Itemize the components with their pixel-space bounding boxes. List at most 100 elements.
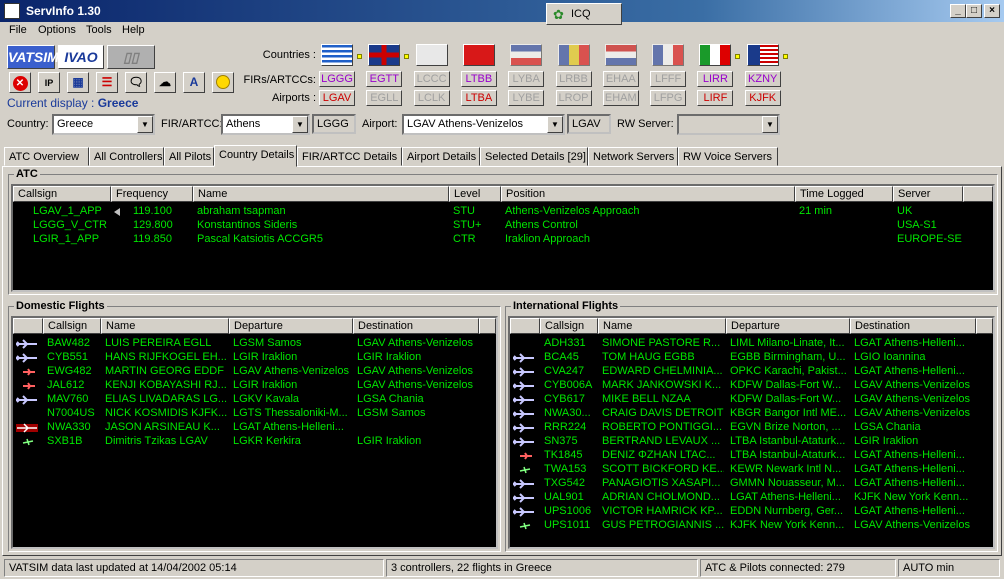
flight-row[interactable]: NWA330 JASON ARSINEAU K... LGAT Athens-Hel… (13, 421, 496, 435)
menu-file[interactable]: File (9, 24, 27, 36)
fir-button-turkey[interactable]: LTBB (460, 71, 497, 87)
minimize-button[interactable]: _ (950, 4, 966, 18)
fir-button-france[interactable]: LFFF (650, 71, 687, 87)
fir-button-yugoslavia[interactable]: LYBA (508, 71, 545, 87)
ip-button[interactable]: IP (38, 72, 60, 93)
tab-all-controllers[interactable]: All Controllers (89, 147, 164, 166)
flag-france[interactable] (652, 44, 685, 66)
domestic-col-departure[interactable]: Departure (229, 318, 353, 334)
chevron-down-icon[interactable]: ▼ (762, 116, 778, 133)
list-button[interactable]: ☰ (96, 72, 118, 93)
atc-col-time-logged[interactable]: Time Logged (795, 186, 893, 202)
international-col-destination[interactable]: Destination (850, 318, 976, 334)
tab-rw-voice-servers[interactable]: RW Voice Servers (678, 147, 778, 166)
menu-options[interactable]: Options (38, 24, 76, 36)
flag-uk[interactable] (368, 44, 401, 66)
ivao-logo-button[interactable]: IVAO (58, 45, 104, 69)
fir-button-uk[interactable]: EGTT (366, 71, 403, 87)
grid-button[interactable]: ▦ (67, 72, 89, 93)
flight-row[interactable]: CYB617 MIKE BELL NZAA KDFW Dallas-Fort W..… (510, 393, 993, 407)
flight-row[interactable]: CYB006A MARK JANKOWSKI K... KDFW Dallas-Fo… (510, 379, 993, 393)
atc-table-row[interactable]: LGAV_1_APP 119.100 abraham tsapman STU Athen… (13, 205, 993, 219)
tab-atc-overview[interactable]: ATC Overview (4, 147, 89, 166)
flight-row[interactable]: MAV760 ELIAS LIVADARAS LG... LGKV Kavala LG… (13, 393, 496, 407)
flight-row[interactable]: UPS1011 GUS PETROGIANNIS ... KJFK New York… (510, 519, 993, 533)
atc-table-row[interactable]: LGIR_1_APP 119.850 Pascal Katsiotis ACCGR5… (13, 233, 993, 247)
international-col-name[interactable]: Name (598, 318, 726, 334)
airport-button-cyprus[interactable]: LCLK (413, 90, 450, 106)
rw-server-select[interactable]: ▼ (677, 114, 780, 135)
flight-row[interactable]: ADH331 SIMONE PASTORE R... LIML Milano-Lin… (510, 337, 993, 351)
tab-selected-details-29[interactable]: Selected Details [29] (480, 147, 588, 166)
flight-row[interactable]: JAL612 KENJI KOBAYASHI RJ... LGIR Iraklion… (13, 379, 496, 393)
tab-airport-details[interactable]: Airport Details (402, 147, 480, 166)
airport-button-greece[interactable]: LGAV (319, 90, 355, 106)
airport-button-yugoslavia[interactable]: LYBE (508, 90, 545, 106)
flight-row[interactable]: BCA45 TOM HAUG EGBB EGBB Birmingham, U... L… (510, 351, 993, 365)
airport-button-france[interactable]: LFPG (650, 90, 687, 106)
domestic-col-callsign[interactable]: Callsign (43, 318, 101, 334)
maximize-button[interactable]: □ (966, 4, 982, 18)
tab-country-details[interactable]: Country Details (214, 145, 297, 167)
message-button[interactable]: 🗨 (125, 72, 147, 93)
atc-col-callsign[interactable]: Callsign (13, 186, 111, 202)
flight-row[interactable]: TWA153 SCOTT BICKFORD KE... KEWR Newark In… (510, 463, 993, 477)
atc-table-row[interactable]: LGGG_V_CTR 129.800 Konstantinos Sideris STU… (13, 219, 993, 233)
airport-button-usa[interactable]: KJFK (744, 90, 781, 106)
flag-netherlands[interactable] (604, 44, 637, 66)
chevron-down-icon[interactable]: ▼ (137, 116, 153, 133)
flight-row[interactable]: UAL901 ADRIAN CHOLMOND... LGAT Athens-Hell… (510, 491, 993, 505)
vatsim-logo-button[interactable]: VATSIM (7, 45, 59, 69)
fir-button-cyprus[interactable]: LCCC (413, 71, 450, 87)
airport-button-romania[interactable]: LROP (555, 90, 592, 106)
atc-col-name[interactable]: Name (193, 186, 449, 202)
flight-row[interactable]: SN375 BERTRAND LEVAUX ... LTBA Istanbul-At… (510, 435, 993, 449)
airport-select[interactable]: LGAV Athens-Venizelos ▼ (402, 114, 565, 135)
tab-network-servers[interactable]: Network Servers (588, 147, 678, 166)
airport-button-uk[interactable]: EGLL (366, 90, 403, 106)
fir-button-romania[interactable]: LRBB (555, 71, 592, 87)
airport-button-italy[interactable]: LIRF (697, 90, 734, 106)
flag-yugoslavia[interactable] (510, 44, 543, 66)
flag-cyprus[interactable] (415, 44, 448, 66)
flight-row[interactable]: TK1845 DENIZ ΦZHAN LTAC... LTBA Istanbul-A… (510, 449, 993, 463)
flight-row[interactable]: SXB1B Dimitris Tzikas LGAV LGKR Kerkira LGI… (13, 435, 496, 449)
flight-row[interactable]: EWG482 MARTIN GEORG EDDF LGAV Athens-Veniz… (13, 365, 496, 379)
international-col-callsign[interactable]: Callsign (540, 318, 598, 334)
flag-greece[interactable] (321, 44, 353, 66)
atc-col-level[interactable]: Level (449, 186, 501, 202)
tab-all-pilots[interactable]: All Pilots (164, 147, 214, 166)
atc-table[interactable]: Callsign Frequency Name Level Position Time L… (11, 184, 995, 292)
fir-button-greece[interactable]: LGGG (319, 71, 355, 87)
flag-usa[interactable] (746, 44, 779, 66)
international-col-departure[interactable]: Departure (726, 318, 850, 334)
domestic-col-destination[interactable]: Destination (353, 318, 479, 334)
stop-button[interactable]: ✕ (9, 72, 31, 93)
fir-select[interactable]: Athens ▼ (221, 114, 310, 135)
tab-fir-artcc-details[interactable]: FIR/ARTCC Details (297, 147, 402, 166)
flight-row[interactable]: BAW482 LUIS PEREIRA EGLL LGSM Samos LGAV At… (13, 337, 496, 351)
flight-row[interactable]: RRR224 ROBERTO PONTIGGI... EGVN Brize Nort… (510, 421, 993, 435)
flag-turkey[interactable] (462, 44, 495, 66)
menu-help[interactable]: Help (122, 24, 145, 36)
flight-row[interactable]: CVA247 EDWARD CHELMINIA... OPKC Karachi, P… (510, 365, 993, 379)
clock-button[interactable] (212, 72, 234, 93)
atc-col-server[interactable]: Server (893, 186, 963, 202)
chevron-down-icon[interactable]: ▼ (292, 116, 308, 133)
chevron-down-icon[interactable]: ▼ (547, 116, 563, 133)
flag-italy[interactable] (699, 44, 732, 66)
font-button[interactable]: A (183, 72, 205, 93)
atc-col-frequency[interactable]: Frequency (111, 186, 193, 202)
fir-button-usa[interactable]: KZNY (744, 71, 781, 87)
flight-row[interactable]: TXG542 PANAGIOTIS XASAPI... GMMN Nouasseur… (510, 477, 993, 491)
airport-button-turkey[interactable]: LTBA (460, 90, 497, 106)
country-select[interactable]: Greece ▼ (52, 114, 155, 135)
flight-row[interactable]: CYB551 HANS RIJFKOGEL EH... LGIR Iraklion L… (13, 351, 496, 365)
international-flights-table[interactable]: Callsign Name Departure Destination ADH331 SI… (508, 316, 995, 549)
menu-tools[interactable]: Tools (86, 24, 112, 36)
flight-row[interactable]: NWA30... CRAIG DAVIS DETROIT KBGR Bangor I… (510, 407, 993, 421)
fir-button-netherlands[interactable]: EHAA (602, 71, 639, 87)
airport-button-netherlands[interactable]: EHAM (602, 90, 639, 106)
weather-button[interactable]: ☁ (154, 72, 176, 93)
atc-col-position[interactable]: Position (501, 186, 795, 202)
